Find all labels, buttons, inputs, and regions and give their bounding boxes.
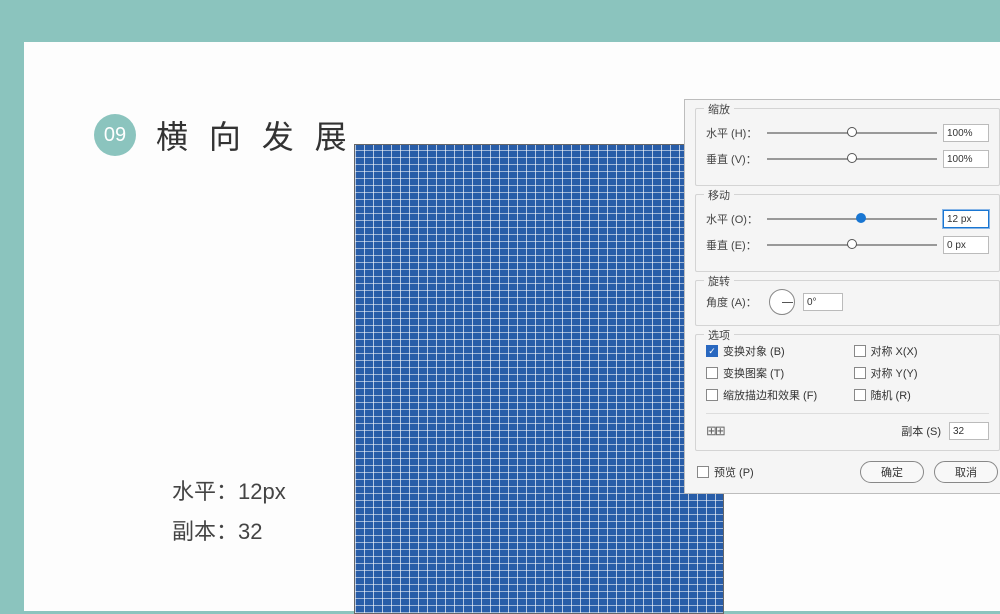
caption-line1: 水平：12px: [172, 472, 286, 512]
move-v-slider[interactable]: [767, 237, 937, 253]
mirror-y-checkbox[interactable]: 对称 Y(Y): [854, 365, 990, 381]
rotate-group: 旋转 角度 (A)： 0°: [695, 280, 1000, 326]
caption: 水平：12px 副本：32: [172, 472, 286, 551]
scale-v-input[interactable]: 100%: [943, 150, 989, 168]
mirror-y-label: 对称 Y(Y): [871, 365, 918, 381]
step-badge: 09: [94, 114, 136, 156]
check-icon: [854, 367, 866, 379]
options-group: 选项 ✓ 变换对象 (B) 对称 X(X) 变换图案 (T) 对称 Y(Y): [695, 334, 1000, 451]
move-v-label: 垂直 (E)：: [706, 237, 761, 253]
scale-h-input[interactable]: 100%: [943, 124, 989, 142]
check-icon: ✓: [706, 345, 718, 357]
scale-h-label: 水平 (H)：: [706, 125, 761, 141]
move-v-input[interactable]: 0 px: [943, 236, 989, 254]
transform-obj-checkbox[interactable]: ✓ 变换对象 (B): [706, 343, 842, 359]
transform-pattern-label: 变换图案 (T): [723, 365, 784, 381]
scale-stroke-label: 缩放描边和效果 (F): [723, 387, 817, 403]
angle-label: 角度 (A)：: [706, 294, 761, 310]
copies-label: 副本 (S): [901, 423, 941, 439]
random-label: 随机 (R): [871, 387, 911, 403]
preview-label: 预览 (P): [714, 464, 754, 480]
check-icon: [706, 367, 718, 379]
scale-stroke-checkbox[interactable]: 缩放描边和效果 (F): [706, 387, 842, 403]
move-h-label: 水平 (O)：: [706, 211, 761, 227]
caption-line2: 副本：32: [172, 512, 286, 552]
cancel-button[interactable]: 取消: [934, 461, 998, 483]
preview-checkbox[interactable]: 预览 (P): [697, 464, 850, 480]
check-icon: [697, 466, 709, 478]
rotate-title: 旋转: [704, 273, 734, 289]
transform-dialog: 缩放 水平 (H)： 100% 垂直 (V)： 100% 移动 水平 (O)： …: [684, 99, 1000, 494]
move-h-slider[interactable]: [767, 211, 937, 227]
check-icon: [706, 389, 718, 401]
check-icon: [854, 345, 866, 357]
scale-group: 缩放 水平 (H)： 100% 垂直 (V)： 100%: [695, 108, 1000, 186]
move-h-input[interactable]: 12 px: [943, 210, 989, 228]
scale-h-slider[interactable]: [767, 125, 937, 141]
scale-v-slider[interactable]: [767, 151, 937, 167]
copies-icon: ⊞⊞: [706, 423, 724, 439]
transform-pattern-checkbox[interactable]: 变换图案 (T): [706, 365, 842, 381]
transform-obj-label: 变换对象 (B): [723, 343, 785, 359]
page-title: 横 向 发 展: [156, 112, 353, 158]
angle-dial[interactable]: [769, 289, 795, 315]
random-checkbox[interactable]: 随机 (R): [854, 387, 990, 403]
move-group: 移动 水平 (O)： 12 px 垂直 (E)： 0 px: [695, 194, 1000, 272]
angle-input[interactable]: 0°: [803, 293, 843, 311]
mirror-x-label: 对称 X(X): [871, 343, 918, 359]
pattern-preview: [354, 144, 724, 614]
dialog-footer: 预览 (P) 确定 取消: [685, 451, 1000, 493]
ok-button[interactable]: 确定: [860, 461, 924, 483]
options-title: 选项: [704, 327, 734, 343]
move-title: 移动: [704, 187, 734, 203]
check-icon: [854, 389, 866, 401]
copies-input[interactable]: 32: [949, 422, 989, 440]
scale-title: 缩放: [704, 101, 734, 117]
mirror-x-checkbox[interactable]: 对称 X(X): [854, 343, 990, 359]
scale-v-label: 垂直 (V)：: [706, 151, 761, 167]
